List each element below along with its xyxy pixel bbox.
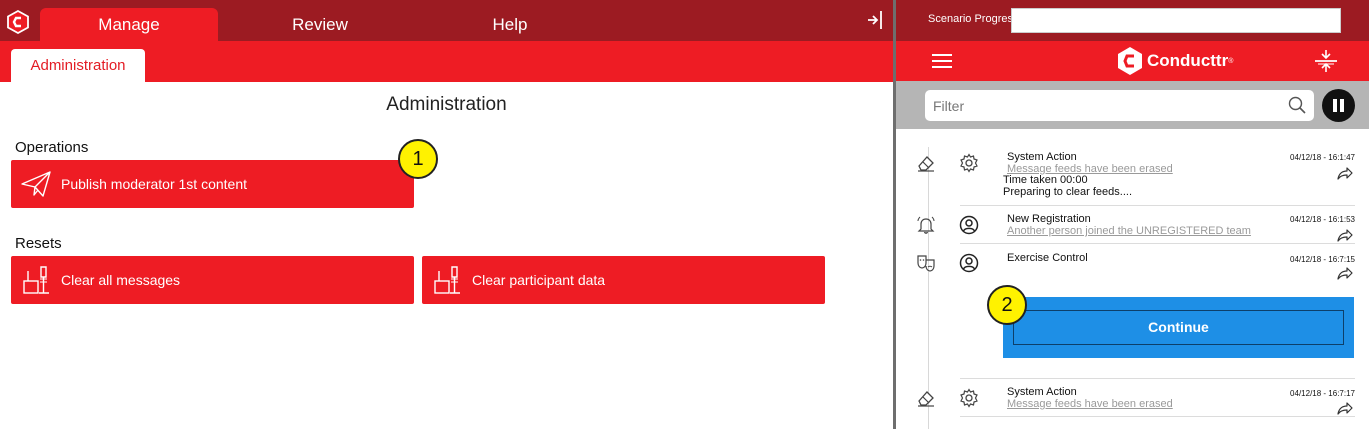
conducttr-logo-icon[interactable] xyxy=(6,10,30,34)
share-icon[interactable] xyxy=(1337,266,1353,280)
feed-timestamp: 04/12/18 - 16:1:47 xyxy=(1290,153,1355,162)
page-title: Administration xyxy=(386,94,507,115)
broom-dustpan-icon xyxy=(23,266,49,294)
feed-subtitle-link[interactable]: Message feeds have been erased xyxy=(1007,398,1173,410)
tab-review[interactable]: Review xyxy=(230,8,410,41)
timeline-line xyxy=(928,147,929,429)
feed-body-line: Preparing to clear feeds.... xyxy=(1003,186,1133,198)
user-icon xyxy=(959,253,979,273)
eraser-icon xyxy=(918,391,934,407)
pause-icon xyxy=(1340,99,1344,112)
user-icon xyxy=(959,215,979,235)
scenario-progress-label: Scenario Progress xyxy=(928,13,1019,25)
scenario-progress-bar-row: Scenario Progress xyxy=(896,0,1369,41)
feed-separator xyxy=(960,205,1355,206)
callout-marker-1: 1 xyxy=(398,139,438,179)
share-icon[interactable] xyxy=(1337,166,1353,180)
feed-timestamp: 04/12/18 - 16:1:53 xyxy=(1290,215,1355,224)
resets-heading: Resets xyxy=(15,235,62,252)
filter-bar xyxy=(896,81,1369,129)
pause-button[interactable] xyxy=(1322,89,1355,122)
clear-participant-data-button[interactable]: Clear participant data xyxy=(422,256,825,304)
eraser-icon xyxy=(918,156,934,172)
callout-marker-2: 2 xyxy=(987,285,1027,325)
brand-name: Conducttr xyxy=(1147,51,1229,70)
paper-plane-icon xyxy=(21,171,51,197)
share-icon[interactable] xyxy=(1337,228,1353,242)
tab-manage[interactable]: Manage xyxy=(40,8,218,41)
subtab-administration[interactable]: Administration xyxy=(11,49,145,82)
clear-participant-label: Clear participant data xyxy=(472,272,606,288)
continue-button[interactable]: Continue xyxy=(1013,310,1344,345)
top-nav-bar: Manage Review Help xyxy=(0,0,893,41)
feed-timestamp: 04/12/18 - 16:7:15 xyxy=(1290,255,1355,264)
scenario-progress-bar xyxy=(1011,8,1341,33)
share-icon[interactable] xyxy=(1337,401,1353,415)
broom-dustpan-icon xyxy=(434,266,460,294)
continue-action-panel: Continue xyxy=(1003,297,1354,358)
feed-separator xyxy=(960,378,1355,379)
live-feed-pane: Scenario Progress Conducttr ® Filter Sys… xyxy=(896,0,1369,429)
feed-title: System Action xyxy=(1007,151,1077,163)
registered-mark: ® xyxy=(1228,57,1234,65)
feed-title: Exercise Control xyxy=(1007,252,1088,264)
feed-title: New Registration xyxy=(1007,213,1091,225)
hamburger-menu-icon[interactable] xyxy=(932,53,952,69)
filter-input[interactable] xyxy=(925,90,1314,121)
feed-separator xyxy=(960,243,1355,244)
feed-header: Conducttr ® xyxy=(896,41,1369,81)
clear-all-messages-button[interactable]: Clear all messages xyxy=(11,256,414,304)
gear-icon xyxy=(960,153,978,173)
conducttr-logo-icon xyxy=(1118,47,1142,75)
publish-label: Publish moderator 1st content xyxy=(61,176,247,192)
feed-subtitle-link[interactable]: Another person joined the UNREGISTERED t… xyxy=(1007,225,1251,237)
gear-icon xyxy=(960,388,978,408)
search-icon[interactable] xyxy=(1288,96,1306,114)
collapse-panel-icon[interactable] xyxy=(866,10,884,30)
operations-heading: Operations xyxy=(15,139,89,156)
admin-pane: Manage Review Help Administration Admini… xyxy=(0,0,893,429)
theatre-masks-icon xyxy=(917,255,935,272)
bell-icon xyxy=(917,216,935,234)
brand: Conducttr ® xyxy=(1116,45,1233,77)
clear-messages-label: Clear all messages xyxy=(61,272,181,288)
feed-title: System Action xyxy=(1007,386,1077,398)
feed-separator xyxy=(960,416,1355,417)
feed-timestamp: 04/12/18 - 16:7:17 xyxy=(1290,389,1355,398)
sub-nav-bar: Administration xyxy=(0,41,893,82)
tab-help[interactable]: Help xyxy=(420,8,600,41)
publish-moderator-content-button[interactable]: Publish moderator 1st content xyxy=(11,160,414,208)
compress-icon[interactable] xyxy=(1314,49,1338,73)
pause-icon xyxy=(1333,99,1337,112)
